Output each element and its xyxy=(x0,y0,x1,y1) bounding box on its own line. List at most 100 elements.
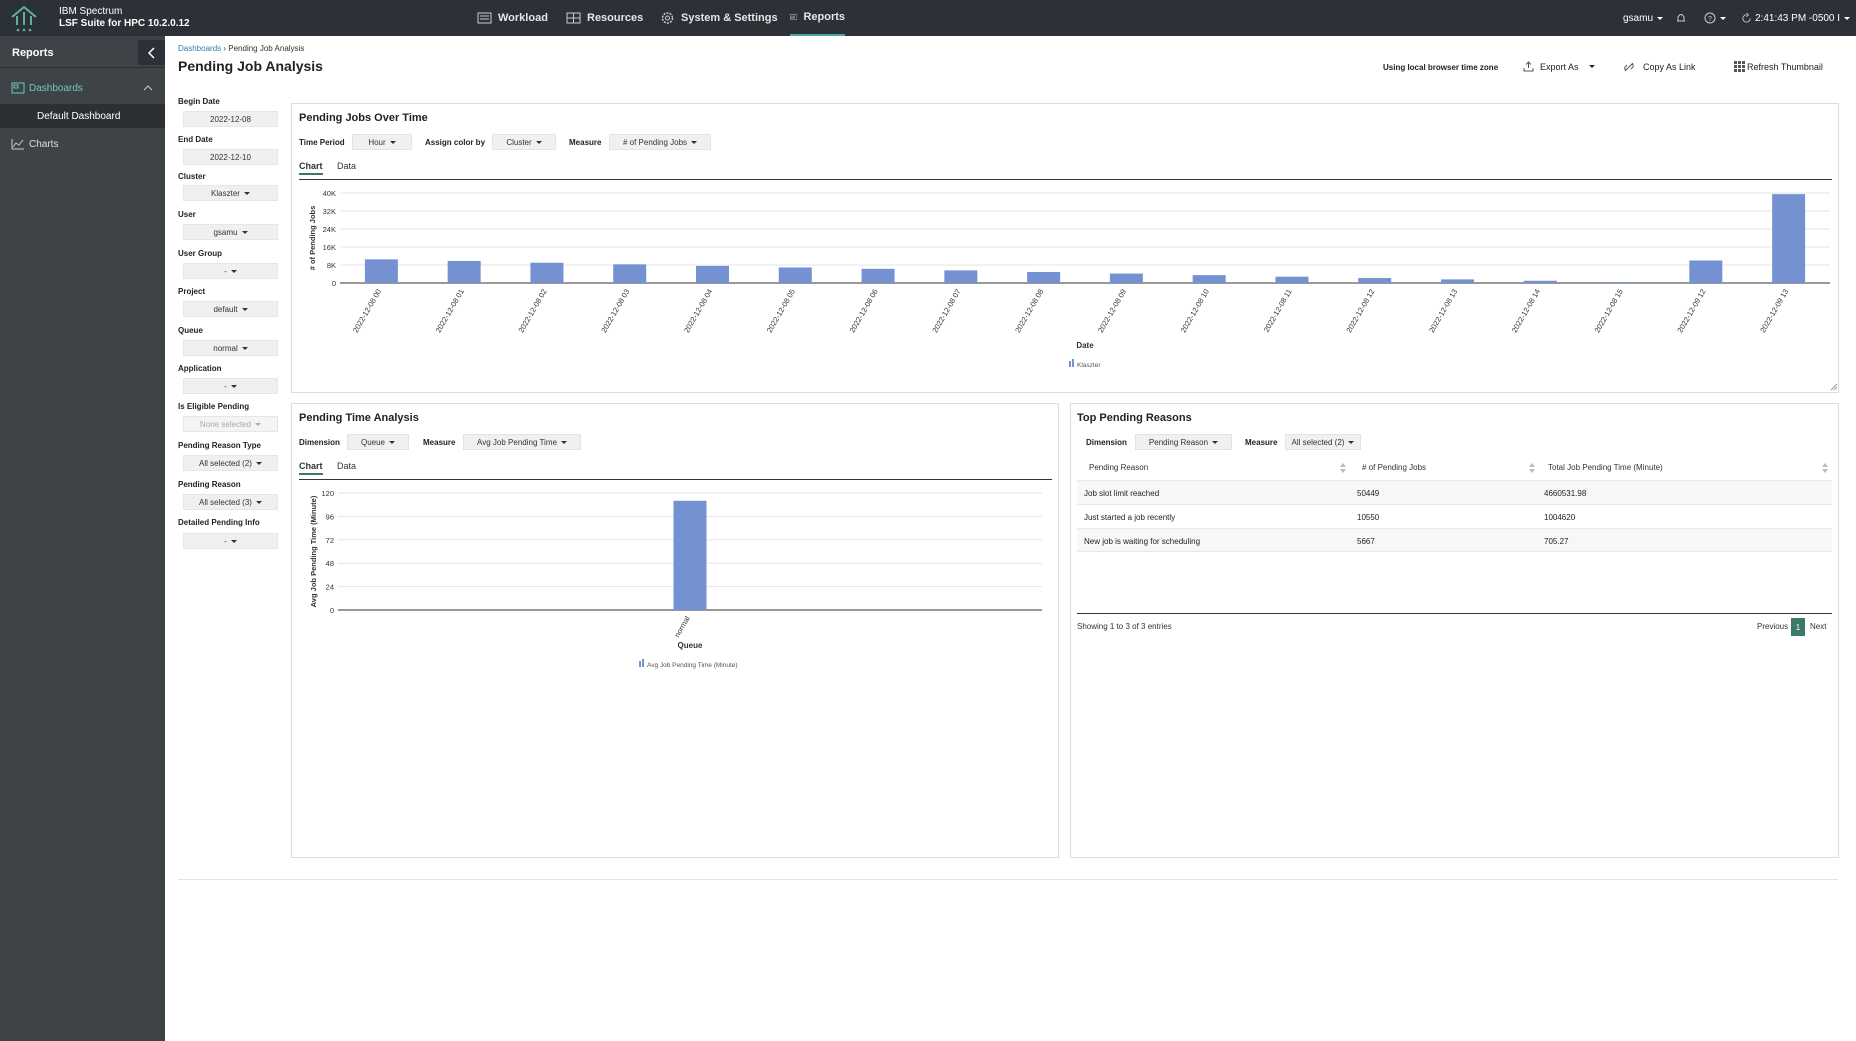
y-tick-label: 120 xyxy=(321,489,334,498)
y-tick-label: 0 xyxy=(330,606,334,615)
export-as-button[interactable]: Export As xyxy=(1523,61,1595,72)
reports-icon xyxy=(790,14,798,20)
x-tick-label: 2022-12-08 13 xyxy=(1427,288,1459,335)
refresh-time-icon xyxy=(1742,12,1751,23)
sort-icon[interactable] xyxy=(1340,463,1346,473)
tab-chart[interactable]: Chart xyxy=(299,461,323,475)
y-tick-label: 48 xyxy=(326,559,334,568)
filter-label-end-date: End Date xyxy=(178,135,213,144)
cluster-select[interactable]: Klaszter xyxy=(183,185,278,201)
dimension-value: Queue xyxy=(360,437,386,447)
refresh-thumbnail-button[interactable]: Refresh Thumbnail xyxy=(1734,61,1823,72)
bar xyxy=(530,262,564,283)
sidebar-item-default-dashboard[interactable]: Default Dashboard xyxy=(0,104,165,128)
column-header-pending-jobs[interactable]: # of Pending Jobs xyxy=(1362,463,1426,472)
user-select[interactable]: gsamu xyxy=(183,224,278,240)
filter-label-pending-reason-type: Pending Reason Type xyxy=(178,441,261,450)
sidebar-item-label: Default Dashboard xyxy=(37,110,121,122)
sort-icon[interactable] xyxy=(1822,463,1828,473)
user-group-select[interactable]: - xyxy=(183,263,278,279)
filter-label-user: User xyxy=(178,210,196,219)
breadcrumb-dashboards[interactable]: Dashboards xyxy=(178,44,221,53)
sidebar-header: Reports xyxy=(0,36,165,68)
y-tick-label: 16K xyxy=(323,243,336,252)
cell-jobs: 5667 xyxy=(1357,537,1375,546)
nav-system-settings-label: System & Settings xyxy=(681,12,778,24)
chevron-down-icon xyxy=(230,269,237,273)
x-tick-label: 2022-12-08 06 xyxy=(848,288,880,335)
assign-color-value: Cluster xyxy=(506,137,532,147)
dimension-select[interactable]: Pending Reason xyxy=(1135,434,1232,450)
resize-handle-icon[interactable] xyxy=(1830,383,1838,391)
nav-resources[interactable]: Resources xyxy=(566,0,643,36)
column-header-pending-reason[interactable]: Pending Reason xyxy=(1089,463,1148,472)
y-tick-label: 72 xyxy=(326,536,334,545)
grid-icon xyxy=(1734,61,1745,72)
sidebar-item-charts[interactable]: Charts xyxy=(0,132,165,156)
x-tick-label: 2022-12-08 04 xyxy=(682,288,714,335)
tab-chart[interactable]: Chart xyxy=(299,161,323,175)
pending-reason-select[interactable]: All selected (3) xyxy=(183,494,278,510)
end-date-input[interactable]: 2022-12-10 xyxy=(183,149,278,165)
x-tick-label: 2022-12-08 03 xyxy=(599,288,631,335)
panel-title: Pending Time Analysis xyxy=(299,412,419,424)
tab-divider xyxy=(299,479,1052,480)
sort-icon[interactable] xyxy=(1529,463,1535,473)
assign-color-select[interactable]: Cluster xyxy=(492,134,556,150)
copy-as-link-button[interactable]: Copy As Link xyxy=(1623,61,1696,73)
begin-date-input[interactable]: 2022-12-08 xyxy=(183,111,278,127)
nav-workload[interactable]: Workload xyxy=(477,0,548,36)
time-display[interactable]: 2:41:43 PM -0500 I xyxy=(1741,0,1851,36)
time-period-select[interactable]: Hour xyxy=(352,134,412,150)
table-row[interactable]: New job is waiting for scheduling 5667 7… xyxy=(1077,528,1832,552)
export-as-label: Export As xyxy=(1540,61,1579,72)
chevron-left-icon xyxy=(147,46,155,59)
sidebar-item-dashboards[interactable]: Dashboards xyxy=(0,76,165,100)
chevron-down-icon xyxy=(1212,440,1219,444)
time-text: 2:41:43 PM -0500 I xyxy=(1755,12,1841,24)
user-select-value: gsamu xyxy=(213,227,238,237)
collapse-sidebar-button[interactable] xyxy=(138,40,165,65)
filter-label-pending-reason: Pending Reason xyxy=(178,480,241,489)
dashboard-icon xyxy=(11,82,25,94)
measure-label: Measure xyxy=(423,438,456,447)
chevron-down-icon xyxy=(1588,65,1595,68)
notifications-button[interactable] xyxy=(1675,0,1687,36)
measure-select[interactable]: All selected (2) xyxy=(1285,434,1361,450)
chevron-down-icon xyxy=(1720,16,1726,20)
application-select-value: - xyxy=(224,381,227,391)
cell-time: 1004620 xyxy=(1544,513,1576,522)
queue-select[interactable]: normal xyxy=(183,340,278,356)
next-page-button[interactable]: Next xyxy=(1810,622,1826,631)
previous-page-button[interactable]: Previous xyxy=(1757,622,1788,631)
measure-select[interactable]: # of Pending Jobs xyxy=(609,134,711,150)
project-select-value: default xyxy=(213,304,238,314)
detailed-pending-info-select[interactable]: - xyxy=(183,533,278,549)
table-row[interactable]: Just started a job recently 10550 100462… xyxy=(1077,504,1832,528)
chevron-down-icon xyxy=(241,346,248,350)
page-1-button[interactable]: 1 xyxy=(1791,618,1805,636)
table-row[interactable]: Job slot limit reached 50449 4660531.98 xyxy=(1077,480,1832,504)
user-menu[interactable]: gsamu xyxy=(1623,0,1664,36)
x-tick-label: 2022-12-08 05 xyxy=(765,288,797,335)
ibm-spectrum-logo-icon[interactable] xyxy=(8,3,40,33)
dimension-select[interactable]: Queue xyxy=(347,434,409,450)
cell-time: 4660531.98 xyxy=(1544,489,1587,498)
help-menu[interactable]: ? xyxy=(1704,0,1726,36)
time-period-value: Hour xyxy=(368,137,386,147)
nav-system-settings[interactable]: System & Settings xyxy=(660,0,778,36)
y-axis-label: Avg Job Pending Time (Minute) xyxy=(309,495,318,607)
dimension-label: Dimension xyxy=(1086,438,1127,447)
chevron-down-icon xyxy=(255,461,262,465)
is-eligible-pending-select[interactable]: None selected xyxy=(183,416,278,432)
bar xyxy=(1027,271,1061,283)
tab-data[interactable]: Data xyxy=(337,461,356,475)
pending-reason-type-select[interactable]: All selected (2) xyxy=(183,455,278,471)
column-header-total-pending-time[interactable]: Total Job Pending Time (Minute) xyxy=(1548,463,1663,472)
measure-select[interactable]: Avg Job Pending Time xyxy=(463,434,581,450)
nav-reports[interactable]: Reports xyxy=(790,0,845,36)
tab-data[interactable]: Data xyxy=(337,161,356,175)
project-select[interactable]: default xyxy=(183,301,278,317)
application-select[interactable]: - xyxy=(183,378,278,394)
x-axis-label: Queue xyxy=(678,641,703,650)
